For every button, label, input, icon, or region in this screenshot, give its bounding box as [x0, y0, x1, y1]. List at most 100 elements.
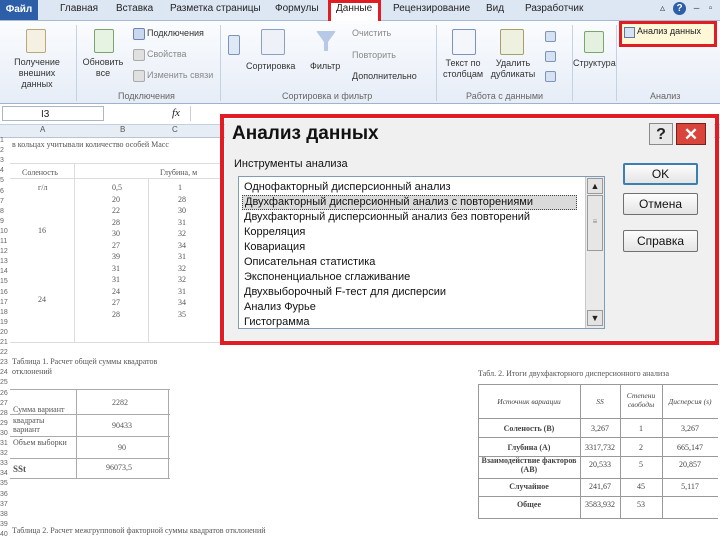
row-header[interactable]: 12: [0, 248, 10, 255]
row-header[interactable]: 24: [0, 369, 10, 376]
cell-row1-text[interactable]: в кольцах учитывали количество особей Ма…: [12, 140, 169, 149]
table1-value-sum[interactable]: 2282: [112, 398, 128, 407]
row-header[interactable]: 16: [0, 289, 10, 296]
data-cell[interactable]: 34: [178, 298, 186, 307]
tools-list-item[interactable]: Гистограмма: [242, 315, 577, 328]
cell-salinity-2[interactable]: 24: [38, 295, 46, 304]
table1-label-n[interactable]: Объем выборки: [13, 438, 73, 447]
tab-formulas[interactable]: Формулы: [275, 3, 319, 14]
row-header[interactable]: 17: [0, 299, 10, 306]
tab-home[interactable]: Главная: [60, 3, 98, 14]
row-header[interactable]: 27: [0, 400, 10, 407]
data-cell[interactable]: 27: [112, 241, 120, 250]
dialog-close-icon[interactable]: ✕: [676, 123, 706, 145]
table1-label-squares[interactable]: квадраты вариант: [13, 416, 73, 434]
data-cell[interactable]: 1: [178, 183, 182, 192]
data-analysis-button[interactable]: Анализ данных: [637, 26, 701, 36]
data-cell[interactable]: 34: [178, 241, 186, 250]
table2-cell-source[interactable]: Взаимодействие факторов (AB): [480, 456, 578, 474]
data-cell[interactable]: 32: [178, 275, 186, 284]
cell-salinity-header[interactable]: Соленость: [22, 168, 58, 177]
data-cell[interactable]: 20: [112, 195, 120, 204]
tab-data[interactable]: Данные: [336, 3, 372, 14]
tab-view[interactable]: Вид: [486, 3, 504, 14]
sort-az-icon[interactable]: [228, 35, 240, 55]
row-header[interactable]: 21: [0, 339, 10, 346]
data-cell[interactable]: 31: [112, 275, 120, 284]
tools-list-item[interactable]: Корреляция: [242, 225, 577, 240]
data-cell[interactable]: 32: [178, 264, 186, 273]
row-header[interactable]: 20: [0, 329, 10, 336]
tools-list-item[interactable]: Ковариация: [242, 240, 577, 255]
properties-button[interactable]: Свойства: [147, 49, 187, 59]
row-header[interactable]: 14: [0, 268, 10, 275]
row-header[interactable]: 3: [0, 157, 10, 164]
data-cell[interactable]: 31: [178, 252, 186, 261]
row-header[interactable]: 6: [0, 188, 10, 195]
row-header[interactable]: 22: [0, 349, 10, 356]
row-header[interactable]: 18: [0, 309, 10, 316]
tools-list-item[interactable]: Двухфакторный дисперсионный анализ без п…: [242, 210, 577, 225]
cell-depth-header[interactable]: Глубина, м: [160, 168, 197, 177]
row-header[interactable]: 29: [0, 420, 10, 427]
table2-cell-df[interactable]: 5: [622, 460, 660, 469]
tools-list-item[interactable]: Экспоненциальное сглаживание: [242, 270, 577, 285]
table1-label-sum[interactable]: Сумма вариант: [13, 405, 64, 414]
tab-review[interactable]: Рецензирование: [393, 3, 470, 14]
data-cell[interactable]: 35: [178, 310, 186, 319]
table2-cell-source[interactable]: Глубина (A): [480, 443, 578, 452]
table2-cell-source[interactable]: Соленость (B): [480, 424, 578, 433]
scroll-down-icon[interactable]: ▼: [587, 310, 603, 326]
table2-cell-df[interactable]: 53: [622, 500, 660, 509]
data-validation-icon[interactable]: [545, 31, 556, 42]
row-header[interactable]: 1: [0, 137, 10, 144]
row-header[interactable]: 9: [0, 218, 10, 225]
row-header[interactable]: 28: [0, 410, 10, 417]
dialog-help-icon[interactable]: ?: [649, 123, 673, 145]
scrollbar-thumb[interactable]: ≡: [587, 195, 603, 251]
table2-header-source[interactable]: Источник вариации: [480, 397, 578, 406]
row-header[interactable]: 39: [0, 521, 10, 528]
cancel-button[interactable]: Отмена: [623, 193, 698, 215]
tools-list-item[interactable]: Однофакторный дисперсионный анализ: [242, 180, 577, 195]
row-header[interactable]: 26: [0, 390, 10, 397]
data-cell[interactable]: 22: [112, 206, 120, 215]
refresh-all-button[interactable]: Обновить все: [80, 57, 126, 79]
clear-filter-button[interactable]: Очистить: [352, 28, 391, 38]
table2-header-df[interactable]: Степени свободы: [622, 391, 660, 409]
tab-page-layout[interactable]: Разметка страницы: [170, 3, 261, 14]
table2-header-var[interactable]: Дисперсия (s): [664, 397, 716, 406]
tab-file[interactable]: Файл: [0, 0, 38, 20]
table2-cell-ss[interactable]: 3317,732: [582, 443, 618, 452]
table1-value-squares[interactable]: 90433: [112, 421, 132, 430]
cell-unit-gl[interactable]: г/л: [38, 183, 48, 192]
data-cell[interactable]: 30: [112, 229, 120, 238]
table2-cell-ss[interactable]: 3,267: [582, 424, 618, 433]
cell-salinity-1[interactable]: 16: [38, 226, 46, 235]
name-box[interactable]: I3: [2, 106, 104, 121]
row-header[interactable]: 7: [0, 198, 10, 205]
listbox-scrollbar[interactable]: ▲ ≡ ▼: [585, 177, 604, 328]
table2-cell-df[interactable]: 1: [622, 424, 660, 433]
tab-insert[interactable]: Вставка: [116, 3, 153, 14]
window-restore-icon[interactable]: ▫: [704, 2, 717, 15]
tools-list-item[interactable]: Двухфакторный дисперсионный анализ с пов…: [242, 195, 577, 210]
table2-cell-source[interactable]: Общее: [480, 500, 578, 509]
column-header-c[interactable]: C: [172, 125, 178, 134]
tab-developer[interactable]: Разработчик: [525, 3, 583, 14]
table2-header-ss[interactable]: SS: [582, 397, 618, 406]
edit-links-button[interactable]: Изменить связи: [147, 70, 213, 80]
data-cell[interactable]: 28: [112, 218, 120, 227]
table1-value-sst[interactable]: 96073,5: [106, 463, 132, 472]
tools-listbox[interactable]: Однофакторный дисперсионный анализ Двухфа…: [238, 176, 605, 329]
table2-cell-ss[interactable]: 241,67: [582, 482, 618, 491]
row-header[interactable]: 40: [0, 531, 10, 538]
data-cell[interactable]: 31: [178, 218, 186, 227]
table2-cell-source[interactable]: Случайное: [480, 482, 578, 491]
table2-cell-var[interactable]: 665,147: [664, 443, 716, 452]
get-external-data-button[interactable]: Получение внешних данных: [6, 57, 68, 90]
row-header[interactable]: 37: [0, 501, 10, 508]
fx-icon[interactable]: fx: [172, 107, 180, 119]
row-header[interactable]: 8: [0, 208, 10, 215]
row-header[interactable]: 4: [0, 167, 10, 174]
